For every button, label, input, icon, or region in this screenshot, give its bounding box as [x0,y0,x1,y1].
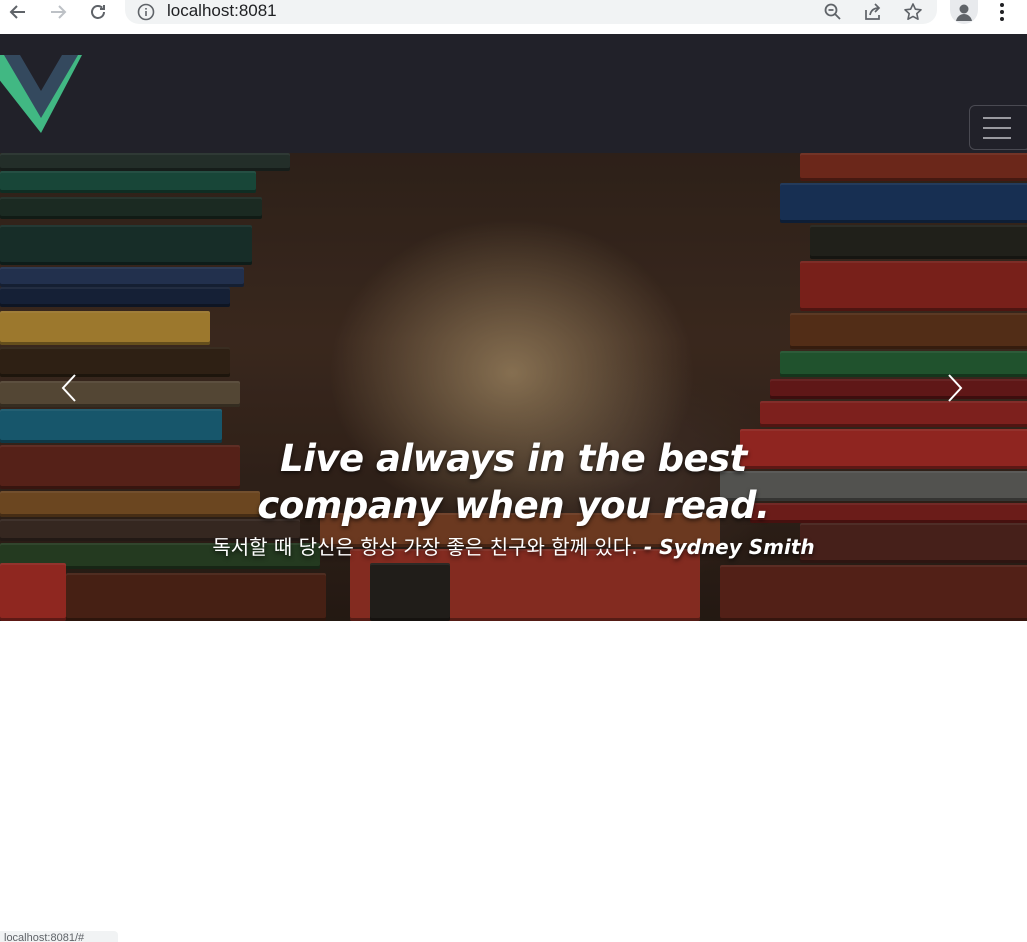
share-icon [865,3,881,20]
status-bubble: localhost:8081/# [0,931,118,942]
vue-logo-icon[interactable] [0,55,82,133]
profile-button[interactable] [950,0,978,24]
browser-menu-button[interactable] [992,2,1012,22]
info-icon[interactable] [137,3,155,21]
kebab-menu-icon [1000,3,1004,21]
zoom-button[interactable] [822,2,844,22]
caption-subtitle: 독서할 때 당신은 항상 가장 좋은 친구와 함께 있다. [212,535,638,559]
carousel-next-button[interactable] [940,371,970,405]
share-button[interactable] [862,2,884,22]
bookmark-button[interactable] [902,2,924,22]
navbar-toggler-button[interactable] [969,105,1027,150]
caption-subtitle-line: 독서할 때 당신은 항상 가장 좋은 친구와 함께 있다. - Sydney S… [0,533,1027,561]
browser-toolbar: localhost:8081 [0,0,1027,34]
reload-button[interactable] [86,1,110,23]
url-text[interactable]: localhost:8081 [167,1,277,21]
zoom-icon [824,3,841,20]
caption-title: Live always in the best company when you… [257,437,770,527]
back-button[interactable] [6,1,30,23]
hamburger-icon [983,116,1011,139]
caption-author: - Sydney Smith [643,535,815,559]
forward-button[interactable] [46,1,70,23]
hero-carousel: Live always in the best company when you… [0,153,1027,621]
chevron-right-icon [948,374,963,402]
star-icon [904,3,922,20]
avatar-icon [956,4,972,21]
chevron-left-icon [61,374,76,402]
reload-icon [91,5,105,19]
arrow-right-icon [51,5,67,19]
carousel-prev-button[interactable] [54,371,84,405]
carousel-caption: Live always in the best company when you… [0,435,1027,561]
arrow-left-icon [9,5,25,19]
address-bar[interactable]: localhost:8081 [125,0,937,24]
site-navbar [0,34,1027,153]
